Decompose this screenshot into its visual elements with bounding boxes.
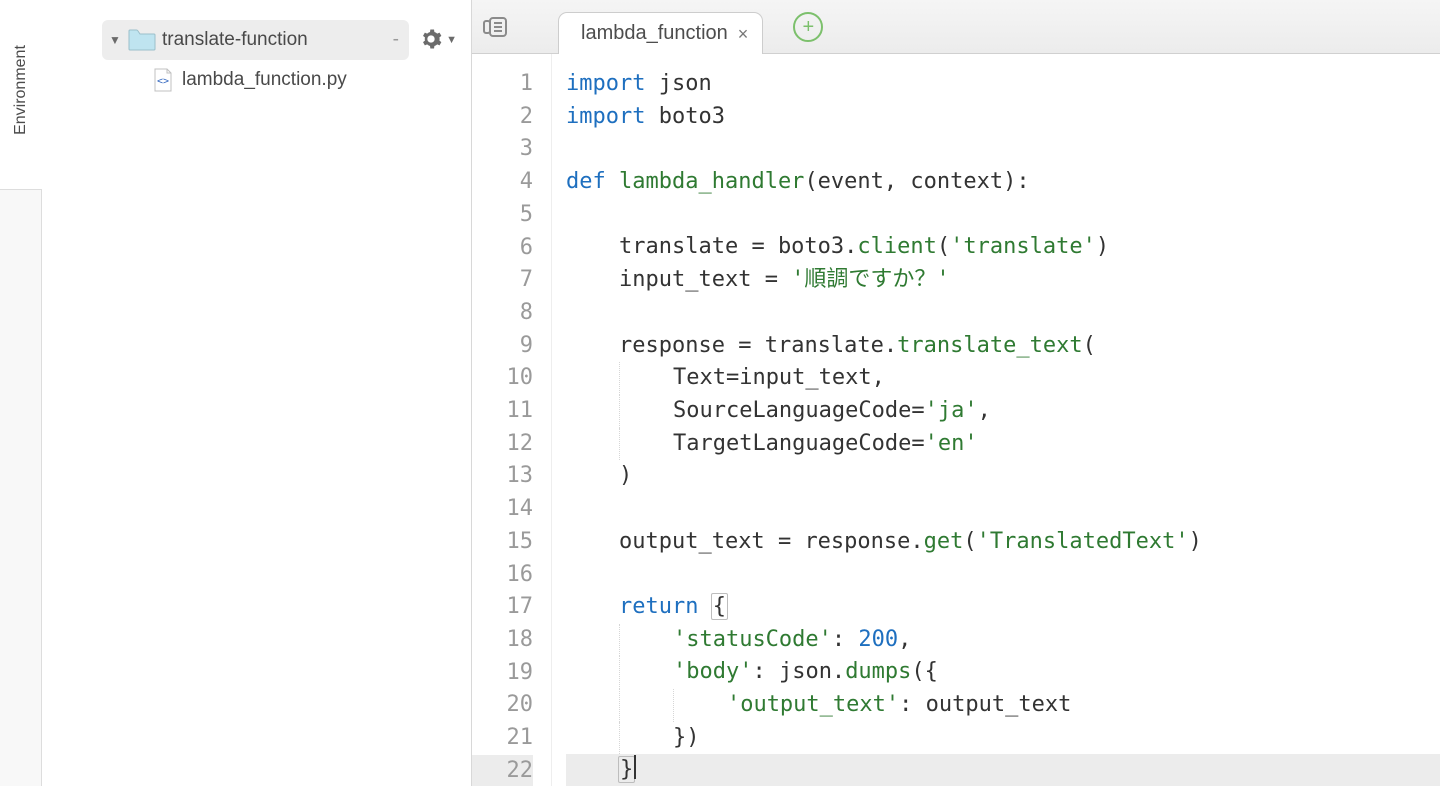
caret-down-icon[interactable]: ▼ xyxy=(106,33,124,47)
tree-root-dash: - xyxy=(393,29,399,51)
folder-icon xyxy=(128,29,156,51)
editor-tabbar: lambda_function × + xyxy=(472,0,1440,54)
environment-side-tab-active[interactable]: Environment xyxy=(0,0,42,190)
tree-root-folder[interactable]: ▼ translate-function - xyxy=(102,20,409,60)
tree-file-label: lambda_function.py xyxy=(182,69,347,91)
environment-label: Environment xyxy=(12,45,30,135)
file-tree-panel: ▼ translate-function - <> lambda_functio… xyxy=(42,0,472,786)
editor-tab-active[interactable]: lambda_function × xyxy=(558,12,763,54)
editor-tab-label: lambda_function xyxy=(581,22,728,45)
environment-side-tab[interactable]: Environment xyxy=(0,0,42,786)
tree-settings-button[interactable]: ▼ xyxy=(420,20,457,60)
plus-icon: + xyxy=(802,17,814,37)
code-editor[interactable]: 12345678910111213141516171819202122 impo… xyxy=(472,54,1440,786)
code-content[interactable]: import jsonimport boto3 def lambda_handl… xyxy=(552,54,1440,786)
tree-root-label: translate-function xyxy=(162,29,387,51)
line-number-gutter: 12345678910111213141516171819202122 xyxy=(472,54,552,786)
caret-down-icon: ▼ xyxy=(446,34,457,46)
svg-text:<>: <> xyxy=(157,76,169,87)
gear-icon xyxy=(420,28,442,53)
new-tab-button[interactable]: + xyxy=(793,12,823,42)
editor-area: lambda_function × + 12345678910111213141… xyxy=(472,0,1440,786)
close-icon[interactable]: × xyxy=(738,25,749,43)
tree-file-item[interactable]: <> lambda_function.py xyxy=(152,60,471,100)
python-file-icon: <> xyxy=(152,68,174,92)
tab-scroll-icon[interactable] xyxy=(482,16,508,38)
